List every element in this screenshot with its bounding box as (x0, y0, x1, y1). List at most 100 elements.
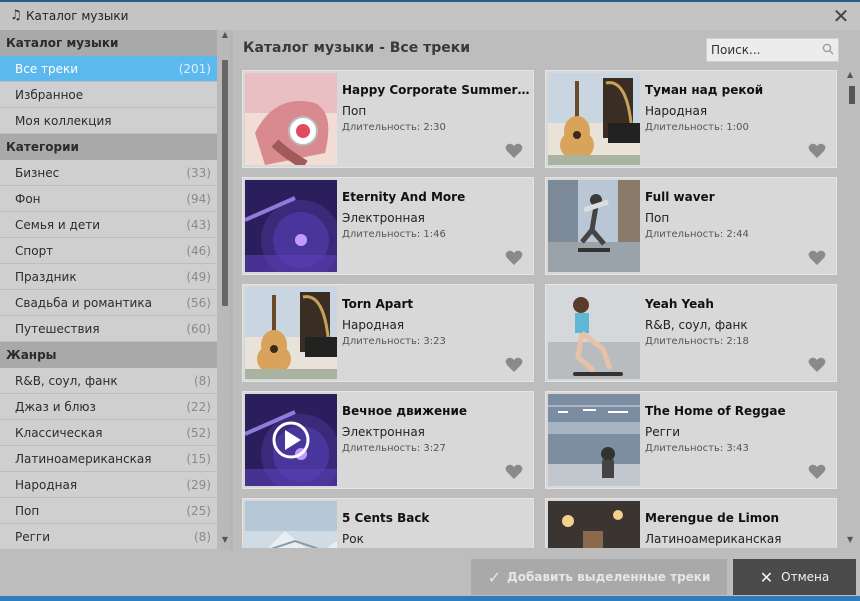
close-icon: ✕ (759, 567, 774, 587)
track-genre: Народная (342, 318, 405, 332)
track-duration: Длительность: 2:30 (342, 122, 446, 133)
sidebar-item-label: Бизнес (15, 166, 60, 180)
track-title: The Home of Reggae (645, 404, 786, 418)
track-card[interactable]: Happy Corporate Summer Jo... Поп Длительно… (242, 70, 534, 168)
window-title: Каталог музыки (26, 9, 129, 23)
track-thumbnail[interactable] (548, 287, 640, 379)
track-title: Eternity And More (342, 190, 466, 204)
close-icon[interactable]: ✕ (828, 3, 854, 29)
search-input[interactable] (707, 39, 817, 61)
sidebar-section-header: Каталог музыки (0, 30, 217, 56)
favorite-heart-icon[interactable] (808, 250, 826, 266)
track-genre: Поп (342, 104, 367, 118)
favorite-heart-icon[interactable] (808, 143, 826, 159)
track-genre: Регги (645, 425, 681, 439)
track-card[interactable]: 5 Cents Back Рок (242, 498, 534, 548)
track-grid-scrollbar[interactable]: ▲ ▼ (847, 70, 857, 550)
track-card[interactable]: Merengue de Limon Латиноамериканская (545, 498, 837, 548)
scroll-up-icon[interactable]: ▲ (847, 70, 853, 79)
add-selected-button[interactable]: ✓ Добавить выделенные треки (471, 559, 727, 595)
sidebar-list: Каталог музыки Все треки (201) Избранное Моя… (0, 30, 230, 550)
sidebar-item-label: Латиноамериканская (15, 452, 152, 466)
favorite-heart-icon[interactable] (505, 357, 523, 373)
sidebar-item-label: Джаз и блюз (15, 400, 96, 414)
sidebar-item[interactable]: Все треки (201) (0, 56, 217, 82)
sidebar-item[interactable]: Регги (8) (0, 524, 217, 550)
track-thumbnail[interactable] (548, 501, 640, 548)
track-genre: R&B, соул, фанк (645, 318, 748, 332)
sidebar-item-count: (29) (186, 478, 211, 492)
track-card[interactable]: Туман над рекой Народная Длительность: 1:0… (545, 70, 837, 168)
track-genre: Поп (645, 211, 670, 225)
sidebar-item-count: (94) (186, 192, 211, 206)
sidebar-item[interactable]: Классическая (52) (0, 420, 217, 446)
window-titlebar: ♫ Каталог музыки ✕ (0, 0, 860, 30)
sidebar-item-count: (43) (186, 218, 211, 232)
favorite-heart-icon[interactable] (505, 464, 523, 480)
sidebar-item-count: (60) (186, 322, 211, 336)
search-box[interactable] (706, 38, 839, 62)
sidebar-item[interactable]: Путешествия (60) (0, 316, 217, 342)
play-icon[interactable] (245, 394, 337, 486)
sidebar-item[interactable]: R&B, соул, фанк (8) (0, 368, 217, 394)
sidebar-item-label: Регги (15, 530, 51, 544)
track-card[interactable]: Вечное движение Электронная Длительность: … (242, 391, 534, 489)
scroll-down-icon[interactable]: ▼ (220, 535, 230, 547)
sidebar-item[interactable]: Фон (94) (0, 186, 217, 212)
sidebar-item-label: Фон (15, 192, 41, 206)
track-card[interactable]: Yeah Yeah R&B, соул, фанк Длительность: 2:… (545, 284, 837, 382)
favorite-heart-icon[interactable] (505, 250, 523, 266)
track-title: Туман над рекой (645, 83, 764, 97)
track-thumbnail[interactable] (548, 73, 640, 165)
sidebar-item[interactable]: Спорт (46) (0, 238, 217, 264)
track-thumbnail[interactable] (245, 287, 337, 379)
sidebar-item-label: Семья и дети (15, 218, 101, 232)
sidebar-item-count: (8) (194, 374, 211, 388)
sidebar-item-label: Народная (15, 478, 78, 492)
sidebar-item[interactable]: Праздник (49) (0, 264, 217, 290)
track-title: 5 Cents Back (342, 511, 430, 525)
track-card[interactable]: Eternity And More Электронная Длительность… (242, 177, 534, 275)
track-thumbnail[interactable] (245, 73, 337, 165)
footer: ✓ Добавить выделенные треки ✕ Отмена (0, 550, 860, 601)
sidebar-scroll-thumb[interactable] (222, 60, 228, 306)
favorite-heart-icon[interactable] (808, 357, 826, 373)
track-card[interactable]: Full waver Поп Длительность: 2:44 (545, 177, 837, 275)
search-icon[interactable] (822, 43, 834, 55)
sidebar-item-label: Праздник (15, 270, 77, 284)
sidebar-item[interactable]: Семья и дети (43) (0, 212, 217, 238)
sidebar-item-count: (201) (178, 62, 211, 76)
sidebar-item-count: (8) (194, 530, 211, 544)
track-thumbnail[interactable] (548, 394, 640, 486)
track-thumbnail[interactable] (245, 180, 337, 272)
track-card[interactable]: The Home of Reggae Регги Длительность: 3:4… (545, 391, 837, 489)
sidebar-item[interactable]: Народная (29) (0, 472, 217, 498)
track-thumbnail[interactable] (548, 180, 640, 272)
sidebar-item[interactable]: Моя коллекция (0, 108, 217, 134)
sidebar-item[interactable]: Латиноамериканская (15) (0, 446, 217, 472)
sidebar-item-label: Классическая (15, 426, 103, 440)
track-thumbnail[interactable] (245, 501, 337, 548)
track-thumbnail[interactable] (245, 394, 337, 486)
cancel-label: Отмена (781, 569, 830, 584)
sidebar-item[interactable]: Избранное (0, 82, 217, 108)
track-title: Full waver (645, 190, 715, 204)
sidebar-item-label: Поп (15, 504, 40, 518)
sidebar-item[interactable]: Свадьба и романтика (56) (0, 290, 217, 316)
track-duration: Длительность: 3:43 (645, 443, 749, 454)
sidebar-item-label: Все треки (15, 62, 79, 76)
track-grid-scroll-thumb[interactable] (849, 86, 855, 104)
sidebar-item[interactable]: Бизнес (33) (0, 160, 217, 186)
track-title: Yeah Yeah (645, 297, 714, 311)
track-card[interactable]: Torn Apart Народная Длительность: 3:23 (242, 284, 534, 382)
scroll-up-icon[interactable]: ▲ (220, 30, 230, 42)
favorite-heart-icon[interactable] (505, 143, 523, 159)
favorite-heart-icon[interactable] (808, 464, 826, 480)
music-note-icon: ♫ (10, 8, 22, 23)
cancel-button[interactable]: ✕ Отмена (733, 559, 856, 595)
add-selected-label: Добавить выделенные треки (507, 569, 711, 584)
sidebar-item[interactable]: Джаз и блюз (22) (0, 394, 217, 420)
scroll-down-icon[interactable]: ▼ (847, 535, 853, 544)
sidebar-item[interactable]: Поп (25) (0, 498, 217, 524)
track-title: Torn Apart (342, 297, 414, 311)
